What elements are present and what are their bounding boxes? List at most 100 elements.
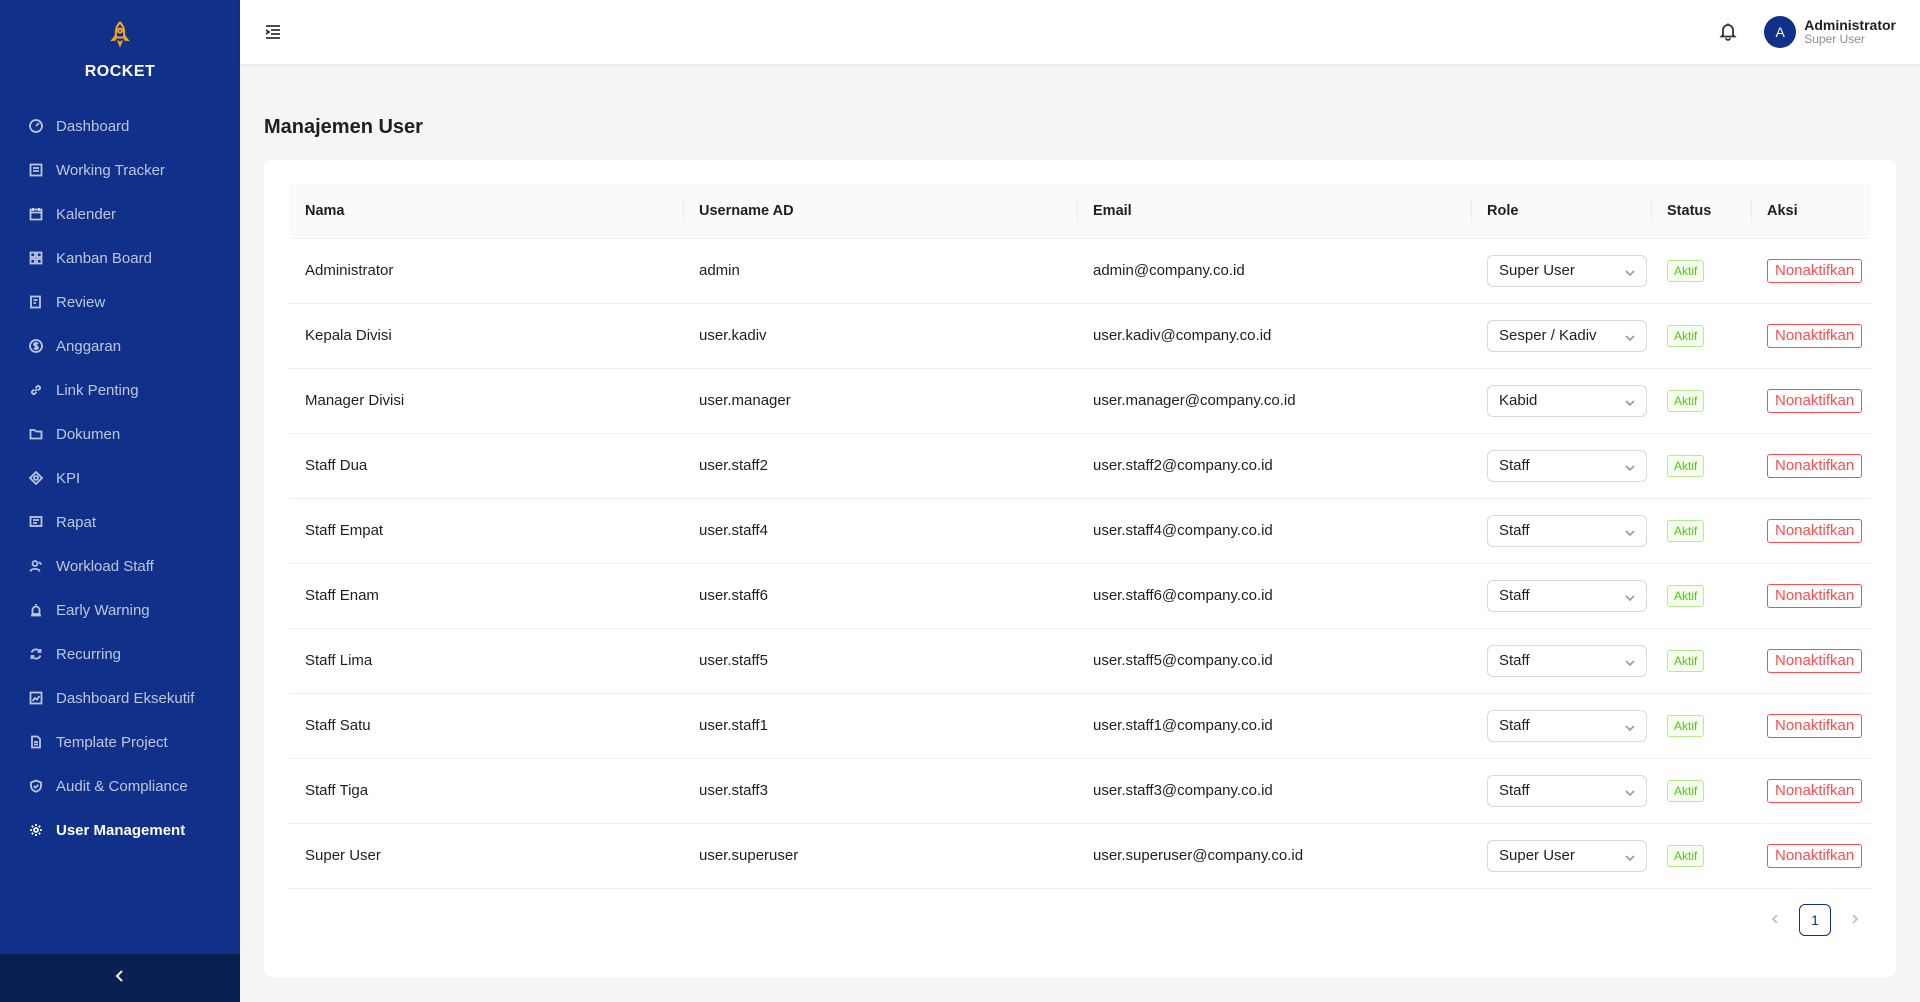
chevron-down-icon (1624, 591, 1636, 603)
sidebar-item-link-penting[interactable]: Link Penting (0, 368, 240, 412)
status-badge: Aktif (1667, 584, 1705, 607)
deactivate-button[interactable]: Nonaktifkan (1767, 648, 1863, 673)
username-ad: user.manager (699, 392, 791, 409)
deactivate-button[interactable]: Nonaktifkan (1767, 323, 1863, 348)
sidebar-item-kpi[interactable]: KPI (0, 456, 240, 500)
user-fullname: Manager Divisi (305, 392, 405, 409)
sidebar-collapse-button[interactable] (0, 954, 240, 1002)
page-number-button[interactable]: 1 (1799, 904, 1831, 936)
cell-email: user.superuser@company.co.id (1077, 823, 1471, 888)
gear-icon (28, 822, 44, 838)
target-icon (28, 470, 44, 486)
folder-icon (28, 426, 44, 442)
chevron-down-icon (1624, 266, 1636, 278)
team-icon (28, 558, 44, 574)
role-select[interactable]: Super User (1487, 254, 1647, 287)
chevron-down-icon (1624, 396, 1636, 408)
cell-role: Staff (1471, 498, 1651, 563)
column-header-aksi: Aksi (1751, 184, 1871, 239)
role-select[interactable]: Kabid (1487, 384, 1647, 417)
deactivate-button[interactable]: Nonaktifkan (1767, 713, 1863, 738)
prev-page-button[interactable] (1759, 904, 1791, 936)
table-row: Kepala Divisi user.kadiv user.kadiv@compan… (289, 303, 1871, 368)
avatar[interactable]: A (1764, 16, 1797, 48)
role-select[interactable]: Staff (1487, 644, 1647, 677)
deactivate-button[interactable]: Nonaktifkan (1767, 388, 1863, 413)
deactivate-button[interactable]: Nonaktifkan (1767, 453, 1863, 478)
next-page-button[interactable] (1839, 904, 1871, 936)
column-header-username: Username AD (683, 184, 1077, 239)
username-ad: user.staff1 (699, 717, 768, 734)
sidebar-item-user-management[interactable]: User Management (0, 808, 240, 852)
sidebar-item-working-tracker[interactable]: Working Tracker (0, 148, 240, 192)
table-row: Staff Lima user.staff5 user.staff5@company… (289, 628, 1871, 693)
sidebar-item-recurring[interactable]: Recurring (0, 632, 240, 676)
role-select-value: Kabid (1499, 392, 1538, 409)
sidebar-item-dashboard-eksekutif[interactable]: Dashboard Eksekutif (0, 676, 240, 720)
chevron-down-icon (1624, 721, 1636, 733)
sidebar-item-label: Template Project (56, 733, 168, 751)
sidebar-item-dashboard[interactable]: Dashboard (0, 104, 240, 148)
role-select[interactable]: Staff (1487, 449, 1647, 482)
user-fullname: Staff Satu (305, 717, 371, 734)
table-row: Staff Enam user.staff6 user.staff6@company… (289, 563, 1871, 628)
user-info[interactable]: Administrator Super User (1804, 17, 1896, 47)
user-fullname: Super User (305, 847, 381, 864)
role-select[interactable]: Super User (1487, 839, 1647, 872)
sidebar-item-early-warning[interactable]: Early Warning (0, 588, 240, 632)
sidebar-item-review[interactable]: Review (0, 280, 240, 324)
deactivate-button[interactable]: Nonaktifkan (1767, 518, 1863, 543)
sidebar-item-rapat[interactable]: Rapat (0, 500, 240, 544)
cell-status: Aktif (1651, 823, 1751, 888)
sidebar-item-template-project[interactable]: Template Project (0, 720, 240, 764)
user-email: user.staff5@company.co.id (1093, 652, 1273, 669)
role-select[interactable]: Staff (1487, 514, 1647, 547)
cell-status: Aktif (1651, 628, 1751, 693)
sidebar-item-label: Dokumen (56, 425, 121, 443)
cell-nama: Staff Satu (289, 693, 683, 758)
sidebar-item-kalender[interactable]: Kalender (0, 192, 240, 236)
brand[interactable]: ROCKET (0, 0, 240, 100)
chevron-right-icon (1850, 911, 1860, 929)
role-select-value: Staff (1499, 522, 1530, 539)
deactivate-button[interactable]: Nonaktifkan (1767, 258, 1863, 283)
sidebar-item-kanban-board[interactable]: Kanban Board (0, 236, 240, 280)
role-select[interactable]: Sesper / Kadiv (1487, 319, 1647, 352)
cell-username: user.superuser (683, 823, 1077, 888)
user-email: user.staff2@company.co.id (1093, 457, 1273, 474)
cell-email: user.staff2@company.co.id (1077, 433, 1471, 498)
deactivate-button[interactable]: Nonaktifkan (1767, 778, 1863, 803)
sidebar-item-dokumen[interactable]: Dokumen (0, 412, 240, 456)
deactivate-button[interactable]: Nonaktifkan (1767, 843, 1863, 868)
sidebar-item-label: Rapat (56, 513, 97, 531)
table-row: Staff Tiga user.staff3 user.staff3@company… (289, 758, 1871, 823)
kanban-icon (28, 250, 44, 266)
sidebar-item-audit-compliance[interactable]: Audit & Compliance (0, 764, 240, 808)
notification-button[interactable] (1718, 21, 1740, 43)
cell-email: user.kadiv@company.co.id (1077, 303, 1471, 368)
user-table-card: Nama Username AD Email Role Status Aksi … (264, 160, 1896, 977)
user-fullname: Staff Empat (305, 522, 384, 539)
header-right: A Administrator Super User (1718, 16, 1896, 48)
cell-email: admin@company.co.id (1077, 238, 1471, 303)
role-select-value: Staff (1499, 782, 1530, 799)
cell-role: Staff (1471, 563, 1651, 628)
sidebar-item-anggaran[interactable]: Anggaran (0, 324, 240, 368)
sidebar-item-workload-staff[interactable]: Workload Staff (0, 544, 240, 588)
role-select[interactable]: Staff (1487, 579, 1647, 612)
cell-nama: Staff Tiga (289, 758, 683, 823)
cell-aksi: Nonaktifkan (1751, 238, 1871, 303)
cell-aksi: Nonaktifkan (1751, 563, 1871, 628)
role-select[interactable]: Staff (1487, 709, 1647, 742)
cell-role: Sesper / Kadiv (1471, 303, 1651, 368)
sidebar-item-label: KPI (56, 469, 81, 487)
cell-email: user.manager@company.co.id (1077, 368, 1471, 433)
tracker-icon (28, 162, 44, 178)
role-select[interactable]: Staff (1487, 774, 1647, 807)
user-name: Administrator (1804, 17, 1896, 34)
deactivate-button[interactable]: Nonaktifkan (1767, 583, 1863, 608)
status-badge: Aktif (1667, 844, 1705, 867)
menu-toggle-button[interactable] (264, 23, 282, 41)
shield-check-icon (28, 778, 44, 794)
user-fullname: Staff Dua (305, 457, 368, 474)
